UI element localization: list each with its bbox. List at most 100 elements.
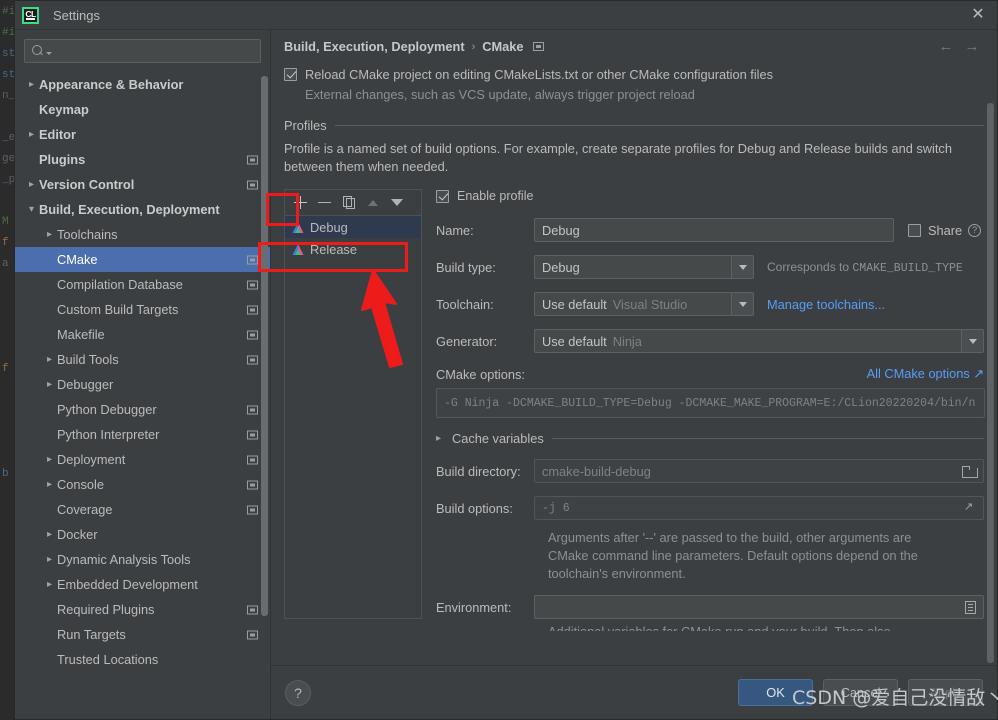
cache-variables-divider xyxy=(551,438,984,439)
list-icon[interactable] xyxy=(965,600,976,614)
sidebar-item-run-targets[interactable]: Run Targets xyxy=(15,622,270,647)
cancel-button[interactable]: Cancel xyxy=(823,679,898,706)
sidebar-item-trusted-locations[interactable]: Trusted Locations xyxy=(15,647,270,672)
chevron-down-icon[interactable] xyxy=(25,205,38,215)
reload-cmake-sublabel: External changes, such as VCS update, al… xyxy=(305,87,695,102)
toolchain-value: Use default xyxy=(542,296,607,312)
sidebar-item-deployment[interactable]: Deployment xyxy=(15,447,270,472)
profile-list-item[interactable]: Debug xyxy=(285,216,421,238)
profile-form: Enable profile Name: Debug Share ? Build… xyxy=(422,189,985,631)
build-options-label: Build options: xyxy=(436,500,513,516)
reload-cmake-checkbox[interactable] xyxy=(284,68,297,81)
close-icon[interactable]: ✕ xyxy=(965,3,991,27)
search-input[interactable] xyxy=(52,44,254,58)
chevron-down-icon xyxy=(731,293,753,315)
profile-name-label: Release xyxy=(310,241,357,257)
environment-input[interactable] xyxy=(534,595,984,619)
sidebar-item-cmake[interactable]: CMake xyxy=(15,247,270,272)
folder-icon[interactable] xyxy=(962,465,978,478)
manage-toolchains-link[interactable]: Manage toolchains... xyxy=(767,297,885,312)
sidebar-item-dynamic-analysis-tools[interactable]: Dynamic Analysis Tools xyxy=(15,547,270,572)
sidebar-item-console[interactable]: Console xyxy=(15,472,270,497)
cmake-options-input[interactable]: -G Ninja -DCMAKE_BUILD_TYPE=Debug -DCMAK… xyxy=(436,388,985,418)
sidebar-item-makefile[interactable]: Makefile xyxy=(15,322,270,347)
settings-content: Build, Execution, Deployment › CMake ← →… xyxy=(271,30,997,719)
chevron-right-icon[interactable] xyxy=(43,580,56,590)
sidebar-item-docker[interactable]: Docker xyxy=(15,522,270,547)
remove-profile-button[interactable] xyxy=(313,192,337,214)
chevron-right-icon[interactable] xyxy=(43,530,56,540)
move-profile-down-button[interactable] xyxy=(385,192,409,214)
sidebar-item-python-interpreter[interactable]: Python Interpreter xyxy=(15,422,270,447)
enable-profile-row[interactable]: Enable profile xyxy=(436,189,984,203)
all-cmake-options-link[interactable]: All CMake options ↗ xyxy=(867,366,984,382)
chevron-right-icon[interactable] xyxy=(43,230,56,240)
expand-icon[interactable]: ↗ xyxy=(964,502,976,514)
profile-list-item[interactable]: Release xyxy=(285,238,421,260)
project-scope-badge-icon xyxy=(247,480,258,489)
chevron-right-icon[interactable] xyxy=(25,80,38,90)
name-input[interactable]: Debug xyxy=(534,218,894,242)
sidebar-item-debugger[interactable]: Debugger xyxy=(15,372,270,397)
sidebar-scrollbar[interactable] xyxy=(261,76,268,616)
build-type-hint-prefix: Corresponds to xyxy=(767,259,853,274)
generator-select[interactable]: Use default Ninja xyxy=(534,329,984,353)
sidebar-item-label: Required Plugins xyxy=(57,602,155,617)
chevron-right-icon[interactable] xyxy=(25,180,38,190)
chevron-right-icon[interactable] xyxy=(43,355,56,365)
cache-variables-header[interactable]: ▸ Cache variables xyxy=(436,431,984,446)
sidebar-item-label: Makefile xyxy=(57,327,105,342)
settings-dialog: CL Settings ✕ Appearance & Behavior Keyma… xyxy=(14,0,998,720)
sidebar-item-required-plugins[interactable]: Required Plugins xyxy=(15,597,270,622)
forward-arrow-icon[interactable]: → xyxy=(959,35,985,59)
share-help-icon[interactable]: ? xyxy=(968,223,982,237)
chevron-right-icon[interactable] xyxy=(43,555,56,565)
build-directory-row: Build directory: cmake-build-debug xyxy=(436,459,984,483)
enable-profile-checkbox[interactable] xyxy=(436,190,449,203)
sidebar-item-custom-build-targets[interactable]: Custom Build Targets xyxy=(15,297,270,322)
back-arrow-icon[interactable]: ← xyxy=(933,35,959,59)
sidebar-item-compilation-database[interactable]: Compilation Database xyxy=(15,272,270,297)
move-profile-up-button[interactable] xyxy=(361,192,385,214)
content-scrollbar[interactable] xyxy=(987,103,994,663)
chevron-right-icon[interactable] xyxy=(43,380,56,390)
chevron-right-icon[interactable] xyxy=(25,130,38,140)
apply-button[interactable]: Apply xyxy=(908,679,983,706)
build-type-select[interactable]: Debug xyxy=(534,255,754,279)
chevron-right-icon[interactable] xyxy=(43,480,56,490)
sidebar-item-coverage[interactable]: Coverage xyxy=(15,497,270,522)
search-icon xyxy=(31,44,45,58)
share-checkbox[interactable] xyxy=(908,224,921,237)
sidebar-item-label: Debugger xyxy=(57,377,114,392)
add-profile-button[interactable] xyxy=(289,192,313,214)
sidebar-item-editor[interactable]: Editor xyxy=(15,122,270,147)
sidebar-item-build-execution-deployment[interactable]: Build, Execution, Deployment xyxy=(15,197,270,222)
sidebar-item-label: Trusted Locations xyxy=(57,652,159,667)
build-directory-input[interactable]: cmake-build-debug xyxy=(534,459,984,483)
help-button[interactable]: ? xyxy=(285,679,311,706)
clion-logo-text: CL xyxy=(25,8,36,19)
sidebar-item-toolchains[interactable]: Toolchains xyxy=(15,222,270,247)
sidebar-item-build-tools[interactable]: Build Tools xyxy=(15,347,270,372)
breadcrumb-root[interactable]: Build, Execution, Deployment xyxy=(284,39,465,54)
project-scope-badge-icon xyxy=(247,330,258,339)
sidebar-item-keymap[interactable]: Keymap xyxy=(15,97,270,122)
sidebar-item-appearance-behavior[interactable]: Appearance & Behavior xyxy=(15,72,270,97)
sidebar-item-embedded-development[interactable]: Embedded Development xyxy=(15,572,270,597)
search-box[interactable] xyxy=(24,39,261,63)
sidebar-item-version-control[interactable]: Version Control xyxy=(15,172,270,197)
project-scope-badge-icon xyxy=(532,42,544,51)
ok-button[interactable]: OK xyxy=(738,679,813,706)
breadcrumb: Build, Execution, Deployment › CMake ← → xyxy=(271,30,997,63)
copy-profile-button[interactable] xyxy=(337,192,361,214)
share-group[interactable]: Share ? xyxy=(908,223,982,238)
sidebar-item-plugins[interactable]: Plugins xyxy=(15,147,270,172)
build-options-input[interactable]: -j 6 ↗ xyxy=(534,496,984,520)
reload-cmake-row[interactable]: Reload CMake project on editing CMakeLis… xyxy=(284,67,984,82)
sidebar-item-python-debugger[interactable]: Python Debugger xyxy=(15,397,270,422)
settings-sidebar: Appearance & Behavior Keymap Editor Plugins… xyxy=(15,30,271,719)
project-scope-badge-icon xyxy=(247,430,258,439)
chevron-right-icon[interactable] xyxy=(43,455,56,465)
toolchain-select[interactable]: Use default Visual Studio xyxy=(534,292,754,316)
sidebar-item-label: Embedded Development xyxy=(57,577,198,592)
